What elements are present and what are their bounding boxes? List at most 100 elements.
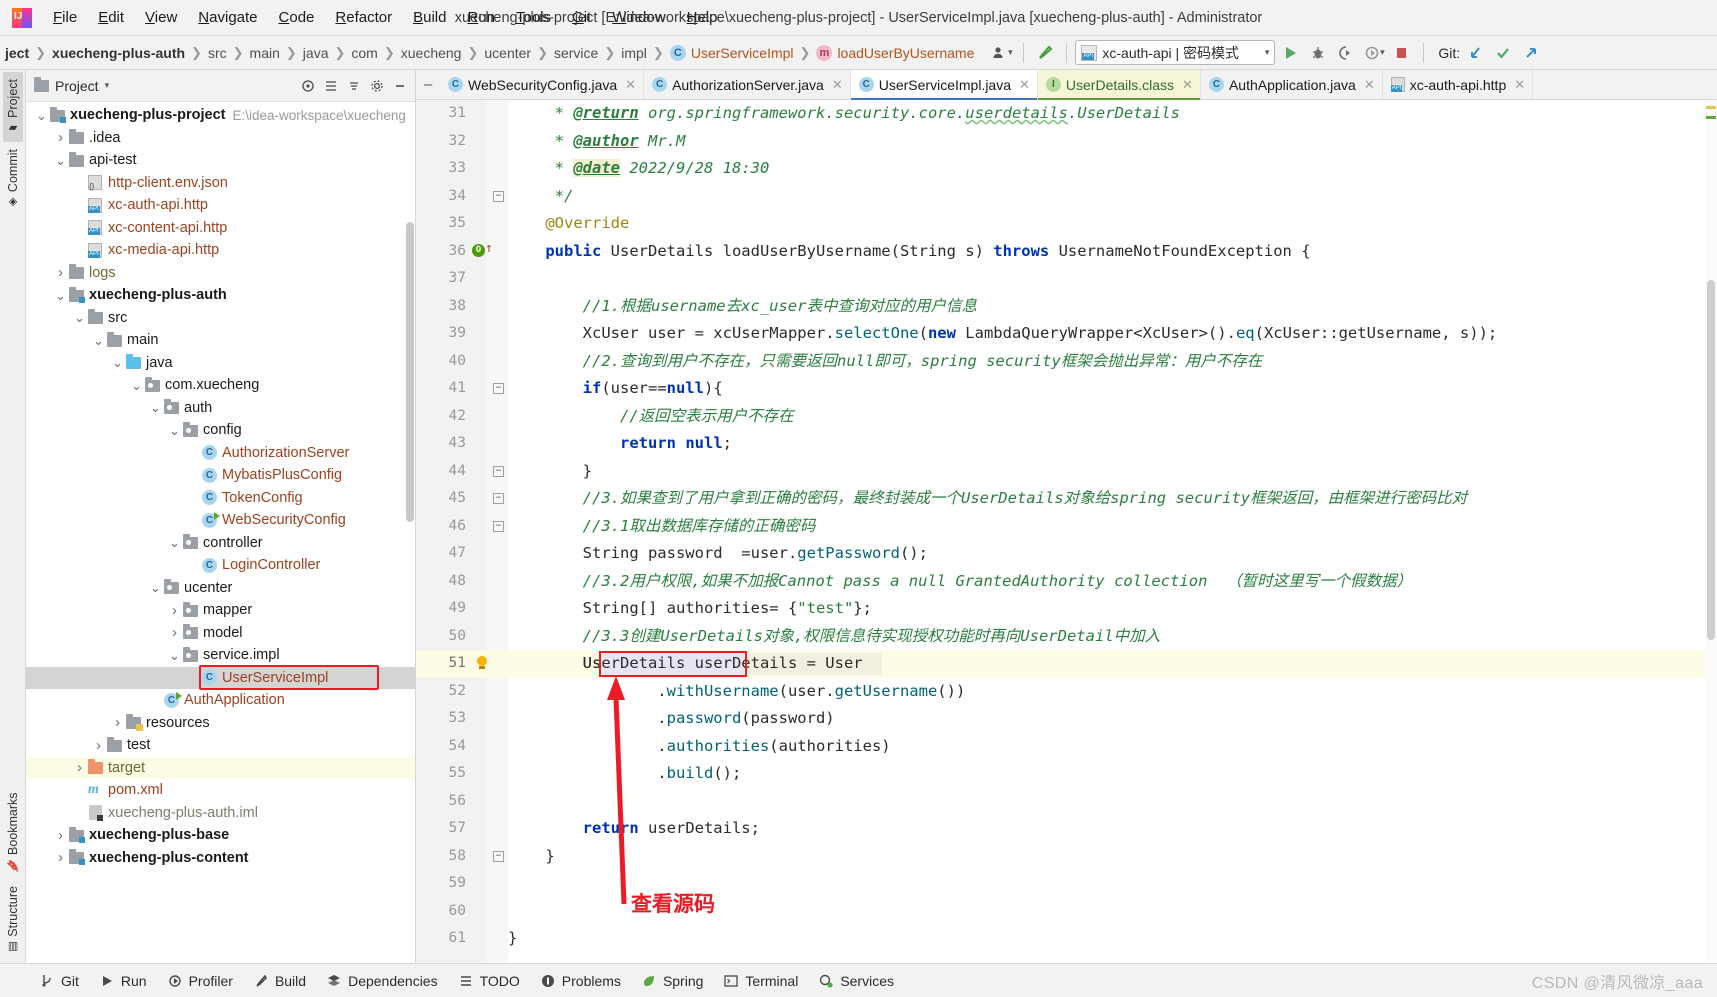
chevron-down-icon[interactable]: ⌄ [110,356,125,369]
chevron-down-icon[interactable]: ⌄ [167,424,182,437]
editor-scrollbar[interactable] [1705,100,1717,963]
collapse-tabs-icon[interactable]: – [416,70,440,99]
tree-item-com-xuecheng[interactable]: ⌄ com.xuecheng [26,374,415,397]
tree-item-main[interactable]: ⌄ main [26,329,415,352]
breadcrumb-item-com[interactable]: com [346,44,382,62]
breadcrumb-item-java[interactable]: java [298,44,334,62]
tree-item-config[interactable]: ⌄ config [26,419,415,442]
fold-collapse-icon[interactable]: − [493,383,504,394]
tab-authorizationserver-java[interactable]: C AuthorizationServer.java ✕ [644,70,851,99]
chevron-down-icon[interactable]: ⌄ [91,334,106,347]
tree-item-xuecheng-plus-content[interactable]: › xuecheng-plus-content [26,847,415,870]
intention-bulb-icon[interactable] [474,656,490,672]
tree-item-auth[interactable]: ⌄ auth [26,397,415,420]
fold-collapse-icon[interactable]: − [493,493,504,504]
status-bar-item-spring[interactable]: Spring [632,970,712,992]
code-text-area[interactable]: * @return org.springframework.security.c… [508,100,1717,963]
tree-item-authapplication[interactable]: C AuthApplication [26,689,415,712]
tree-item-test[interactable]: › test [26,734,415,757]
override-method-gutter-icon[interactable]: O ↑ [472,242,493,258]
hide-panel-icon[interactable] [389,75,411,97]
breadcrumb-item-ucenter[interactable]: ucenter [479,44,536,62]
sidebar-item-commit[interactable]: ◈ Commit [3,142,23,216]
breadcrumb-item-xuecheng[interactable]: xuecheng [396,44,467,62]
chevron-right-icon[interactable]: › [53,828,68,843]
tree-item-xuecheng-plus-auth[interactable]: ⌄ xuecheng-plus-auth [26,284,415,307]
line-number-gutter[interactable]: 31 32 33 34 35 36 37 38 39 40 41 42 43 44 45 46 47 48 49 50… [416,100,508,963]
chevron-down-icon[interactable]: ⌄ [53,289,68,302]
tree-item-java[interactable]: ⌄ java [26,352,415,375]
chevron-right-icon[interactable]: › [53,130,68,145]
project-panel-title[interactable]: Project ▾ [30,76,109,94]
status-bar-item-dependencies[interactable]: Dependencies [317,970,447,992]
hammer-build-icon[interactable] [1032,40,1058,66]
tree-item-xuecheng-plus-base[interactable]: › xuecheng-plus-base [26,824,415,847]
run-with-coverage-icon[interactable] [1333,40,1359,66]
menu-item-refactor[interactable]: Refactor [326,5,401,30]
status-bar-item-services[interactable]: Services [809,970,903,992]
stop-icon[interactable] [1389,40,1415,66]
status-bar-item-todo[interactable]: TODO [449,970,529,992]
tab-userdetails-class[interactable]: I UserDetails.class ✕ [1037,70,1201,100]
status-bar-item-terminal[interactable]: Terminal [714,970,807,992]
menu-item-build[interactable]: Build [404,5,455,30]
tree-item-mapper[interactable]: › mapper [26,599,415,622]
chevron-right-icon[interactable]: › [110,715,125,730]
close-icon[interactable]: ✕ [1364,77,1375,93]
chevron-right-icon[interactable]: › [72,760,87,775]
tab-userserviceimpl-java[interactable]: C UserServiceImpl.java ✕ [850,70,1038,100]
chevron-down-icon[interactable]: ⌄ [34,109,49,122]
chevron-down-icon[interactable]: ⌄ [72,311,87,324]
menu-item-help[interactable]: Help [678,5,727,30]
tree-item-xuecheng-plus-project[interactable]: ⌄ xuecheng-plus-project E:\idea-workspace\… [26,104,415,127]
target-icon[interactable] [297,75,319,97]
chevron-down-icon[interactable]: ⌄ [148,581,163,594]
tree-item-mybatisplusconfig[interactable]: C MybatisPlusConfig [26,464,415,487]
status-bar-item-run[interactable]: Run [90,970,156,992]
breadcrumb-item-impl[interactable]: impl [616,44,652,62]
chevron-down-icon[interactable]: ⌄ [167,536,182,549]
tree-item-target[interactable]: › target [26,756,415,779]
git-push-icon[interactable] [1518,40,1544,66]
tree-item-ucenter[interactable]: ⌄ ucenter [26,577,415,600]
run-icon[interactable] [1277,40,1303,66]
tab-xc-auth-api-http[interactable]: xc-auth-api.http ✕ [1383,70,1534,99]
chevron-right-icon[interactable]: › [53,265,68,280]
menu-item-edit[interactable]: Edit [89,5,133,30]
fold-collapse-icon[interactable]: − [493,465,504,477]
chevron-right-icon[interactable]: › [53,850,68,865]
close-icon[interactable]: ✕ [1019,77,1030,93]
breadcrumb-item-xuecheng-plus-auth[interactable]: xuecheng-plus-auth [47,44,190,62]
status-bar-item-problems[interactable]: Problems [531,970,630,992]
tree-item-logincontroller[interactable]: C LoginController [26,554,415,577]
status-bar-item-profiler[interactable]: Profiler [158,970,242,992]
menu-item-file[interactable]: File [44,5,86,30]
settings-gear-icon[interactable] [366,75,388,97]
tree-item-tokenconfig[interactable]: C TokenConfig [26,487,415,510]
tree-item-xc-auth-api-http[interactable]: xc-auth-api.http [26,194,415,217]
tree-item-service-impl[interactable]: ⌄ service.impl [26,644,415,667]
status-bar-item-build[interactable]: Build [244,970,315,992]
tree-item-authorizationserver[interactable]: C AuthorizationServer [26,442,415,465]
fold-collapse-icon[interactable]: − [493,850,504,862]
status-bar-item-git[interactable]: Git [30,970,88,992]
expand-all-icon[interactable] [320,75,342,97]
tree-item-src[interactable]: ⌄ src [26,307,415,330]
breadcrumb-item-src[interactable]: src [203,44,232,62]
tree-item-pom-xml[interactable]: m pom.xml [26,779,415,802]
collapse-all-icon[interactable] [343,75,365,97]
close-icon[interactable]: ✕ [1514,77,1525,93]
close-icon[interactable]: ✕ [832,77,843,93]
chevron-down-icon[interactable]: ⌄ [167,649,182,662]
git-commit-icon[interactable] [1490,40,1516,66]
chevron-right-icon[interactable]: › [91,738,106,753]
menu-item-tools[interactable]: Tools [507,5,560,30]
sidebar-item-project[interactable]: ▰ Project [2,72,23,142]
sidebar-item-structure[interactable]: ▥ Structure [3,879,23,961]
git-update-icon[interactable] [1462,40,1488,66]
close-icon[interactable]: ✕ [625,77,636,93]
tree-item-api-test[interactable]: ⌄ api-test [26,149,415,172]
tree-item-websecurityconfig[interactable]: C WebSecurityConfig [26,509,415,532]
close-icon[interactable]: ✕ [1182,77,1193,93]
menu-item-window[interactable]: Window [603,5,674,30]
